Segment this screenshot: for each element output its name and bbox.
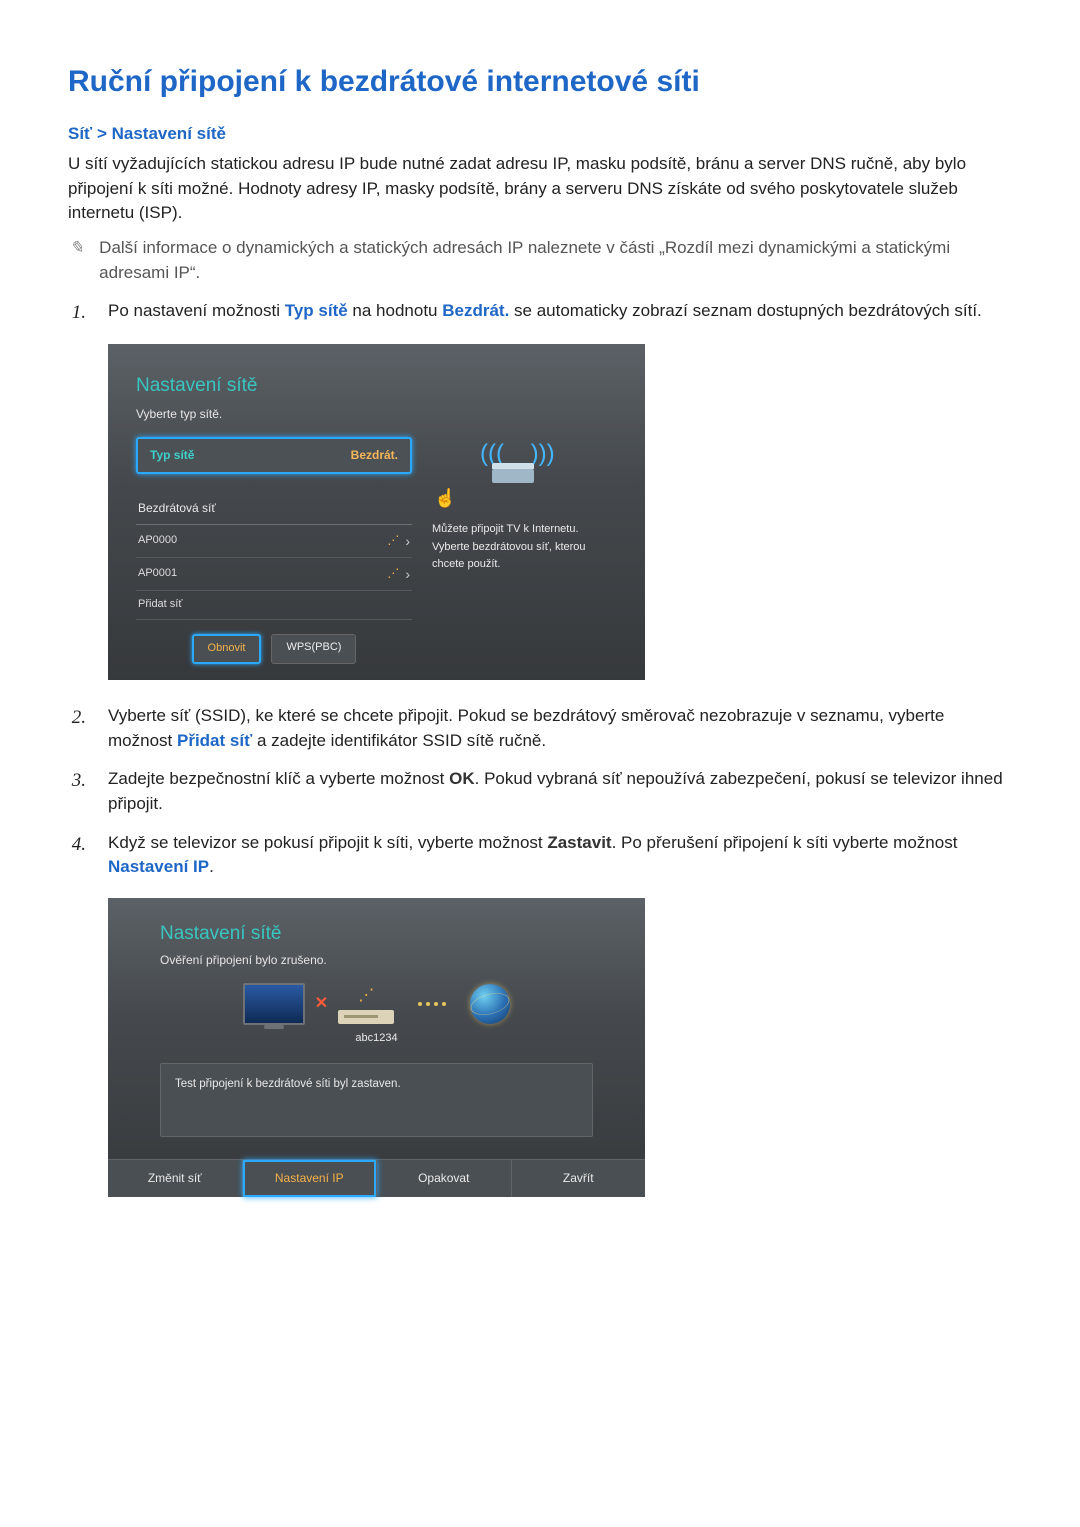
note-text: Další informace o dynamických a statický… [99, 236, 1012, 285]
fail-x-icon: ✕ [315, 992, 328, 1015]
step-1-a: Po nastavení možnosti [108, 301, 285, 320]
dots-icon [418, 1002, 446, 1006]
breadcrumb-sep: > [92, 124, 111, 143]
wifi-list-header: Bezdrátová síť [136, 494, 412, 524]
router-icon [338, 1010, 394, 1024]
tv-screenshot-connection-cancelled: Nastavení sítě Ověření připojení bylo zr… [108, 898, 645, 1197]
status-message: Test připojení k bezdrátové síti byl zas… [160, 1063, 593, 1137]
tv1-subtitle: Vyberte typ sítě. [136, 406, 617, 423]
step-4-kw-nastaveni-ip: Nastavení IP [108, 857, 209, 876]
wifi-item-label: Přidat síť [138, 597, 182, 613]
wps-button[interactable]: WPS(PBC) [271, 634, 356, 664]
step-1-kw-bezdrat: Bezdrát. [442, 301, 509, 320]
ip-settings-button[interactable]: Nastavení IP [243, 1160, 378, 1197]
change-network-button[interactable]: Změnit síť [108, 1160, 243, 1197]
wifi-item-ap0001[interactable]: AP0001 ⋰ › [136, 558, 412, 591]
step-4-b: . Po přerušení připojení k síti vyberte … [612, 833, 958, 852]
step-3: Zadejte bezpečnostní klíč a vyberte možn… [108, 767, 1012, 816]
tv1-help-line2: Vyberte bezdrátovou síť, kterou [432, 539, 617, 557]
step-4: Když se televizor se pokusí připojit k s… [108, 831, 1012, 1208]
tv1-help-line3: chcete použít. [432, 556, 617, 574]
network-type-label: Typ sítě [150, 447, 194, 464]
close-button[interactable]: Zavřít [512, 1160, 646, 1197]
connection-diagram: ✕ ⋰ [160, 983, 593, 1025]
tv2-button-bar: Změnit síť Nastavení IP Opakovat Zavřít [108, 1159, 645, 1197]
refresh-button[interactable]: Obnovit [192, 634, 262, 664]
step-2-b: a zadejte identifikátor SSID sítě ručně. [252, 731, 546, 750]
breadcrumb-b: Nastavení sítě [112, 124, 226, 143]
wifi-icon: ⋰ [338, 984, 394, 1007]
tv-icon [243, 983, 305, 1025]
wifi-item-ap0000[interactable]: AP0000 ⋰ › [136, 525, 412, 558]
router-illustration: ((( ))) ☝ [432, 441, 617, 511]
breadcrumb: Síť > Nastavení sítě [68, 122, 1012, 147]
step-2-kw: Přidat síť [177, 731, 252, 750]
network-type-value: Bezdrát. [351, 447, 398, 464]
step-1-kw-typ: Typ sítě [285, 301, 348, 320]
step-3-a: Zadejte bezpečnostní klíč a vyberte možn… [108, 769, 449, 788]
tv2-subtitle: Ověření připojení bylo zrušeno. [160, 952, 593, 969]
ssid-label: abc1234 [160, 1031, 593, 1047]
wifi-item-label: AP0000 [138, 533, 177, 549]
wifi-signal-icon: ⋰ [387, 565, 399, 582]
chevron-right-icon: › [405, 531, 410, 551]
step-3-kw-ok: OK [449, 769, 475, 788]
step-1: Po nastavení možnosti Typ sítě na hodnot… [108, 299, 1012, 690]
tv1-help-line1: Můžete připojit TV k Internetu. [432, 521, 617, 539]
page-title: Ruční připojení k bezdrátové internetové… [68, 60, 1012, 104]
step-2: Vyberte síť (SSID), ke které se chcete p… [108, 704, 1012, 753]
breadcrumb-a: Síť [68, 124, 92, 143]
step-4-kw-zastavit: Zastavit [547, 833, 611, 852]
step-1-c: se automaticky zobrazí seznam dostupných… [509, 301, 981, 320]
wifi-item-label: AP0001 [138, 566, 177, 582]
wifi-signal-icon: ⋰ [387, 532, 399, 549]
globe-icon [470, 984, 510, 1024]
hand-icon: ☝ [434, 485, 456, 511]
network-type-selector[interactable]: Typ sítě Bezdrát. [136, 437, 412, 474]
tv2-title: Nastavení sítě [160, 920, 593, 948]
intro-text: U sítí vyžadujících statickou adresu IP … [68, 152, 1012, 226]
note-icon: ✎ [68, 236, 85, 285]
chevron-right-icon: › [405, 564, 410, 584]
tv-screenshot-network-list: Nastavení sítě Vyberte typ sítě. Typ sít… [108, 344, 645, 680]
wifi-item-add-network[interactable]: Přidat síť [136, 591, 412, 620]
retry-button[interactable]: Opakovat [377, 1160, 512, 1197]
step-4-a: Když se televizor se pokusí připojit k s… [108, 833, 547, 852]
tv1-title: Nastavení sítě [136, 372, 617, 400]
step-4-c: . [209, 857, 214, 876]
step-1-b: na hodnotu [348, 301, 443, 320]
